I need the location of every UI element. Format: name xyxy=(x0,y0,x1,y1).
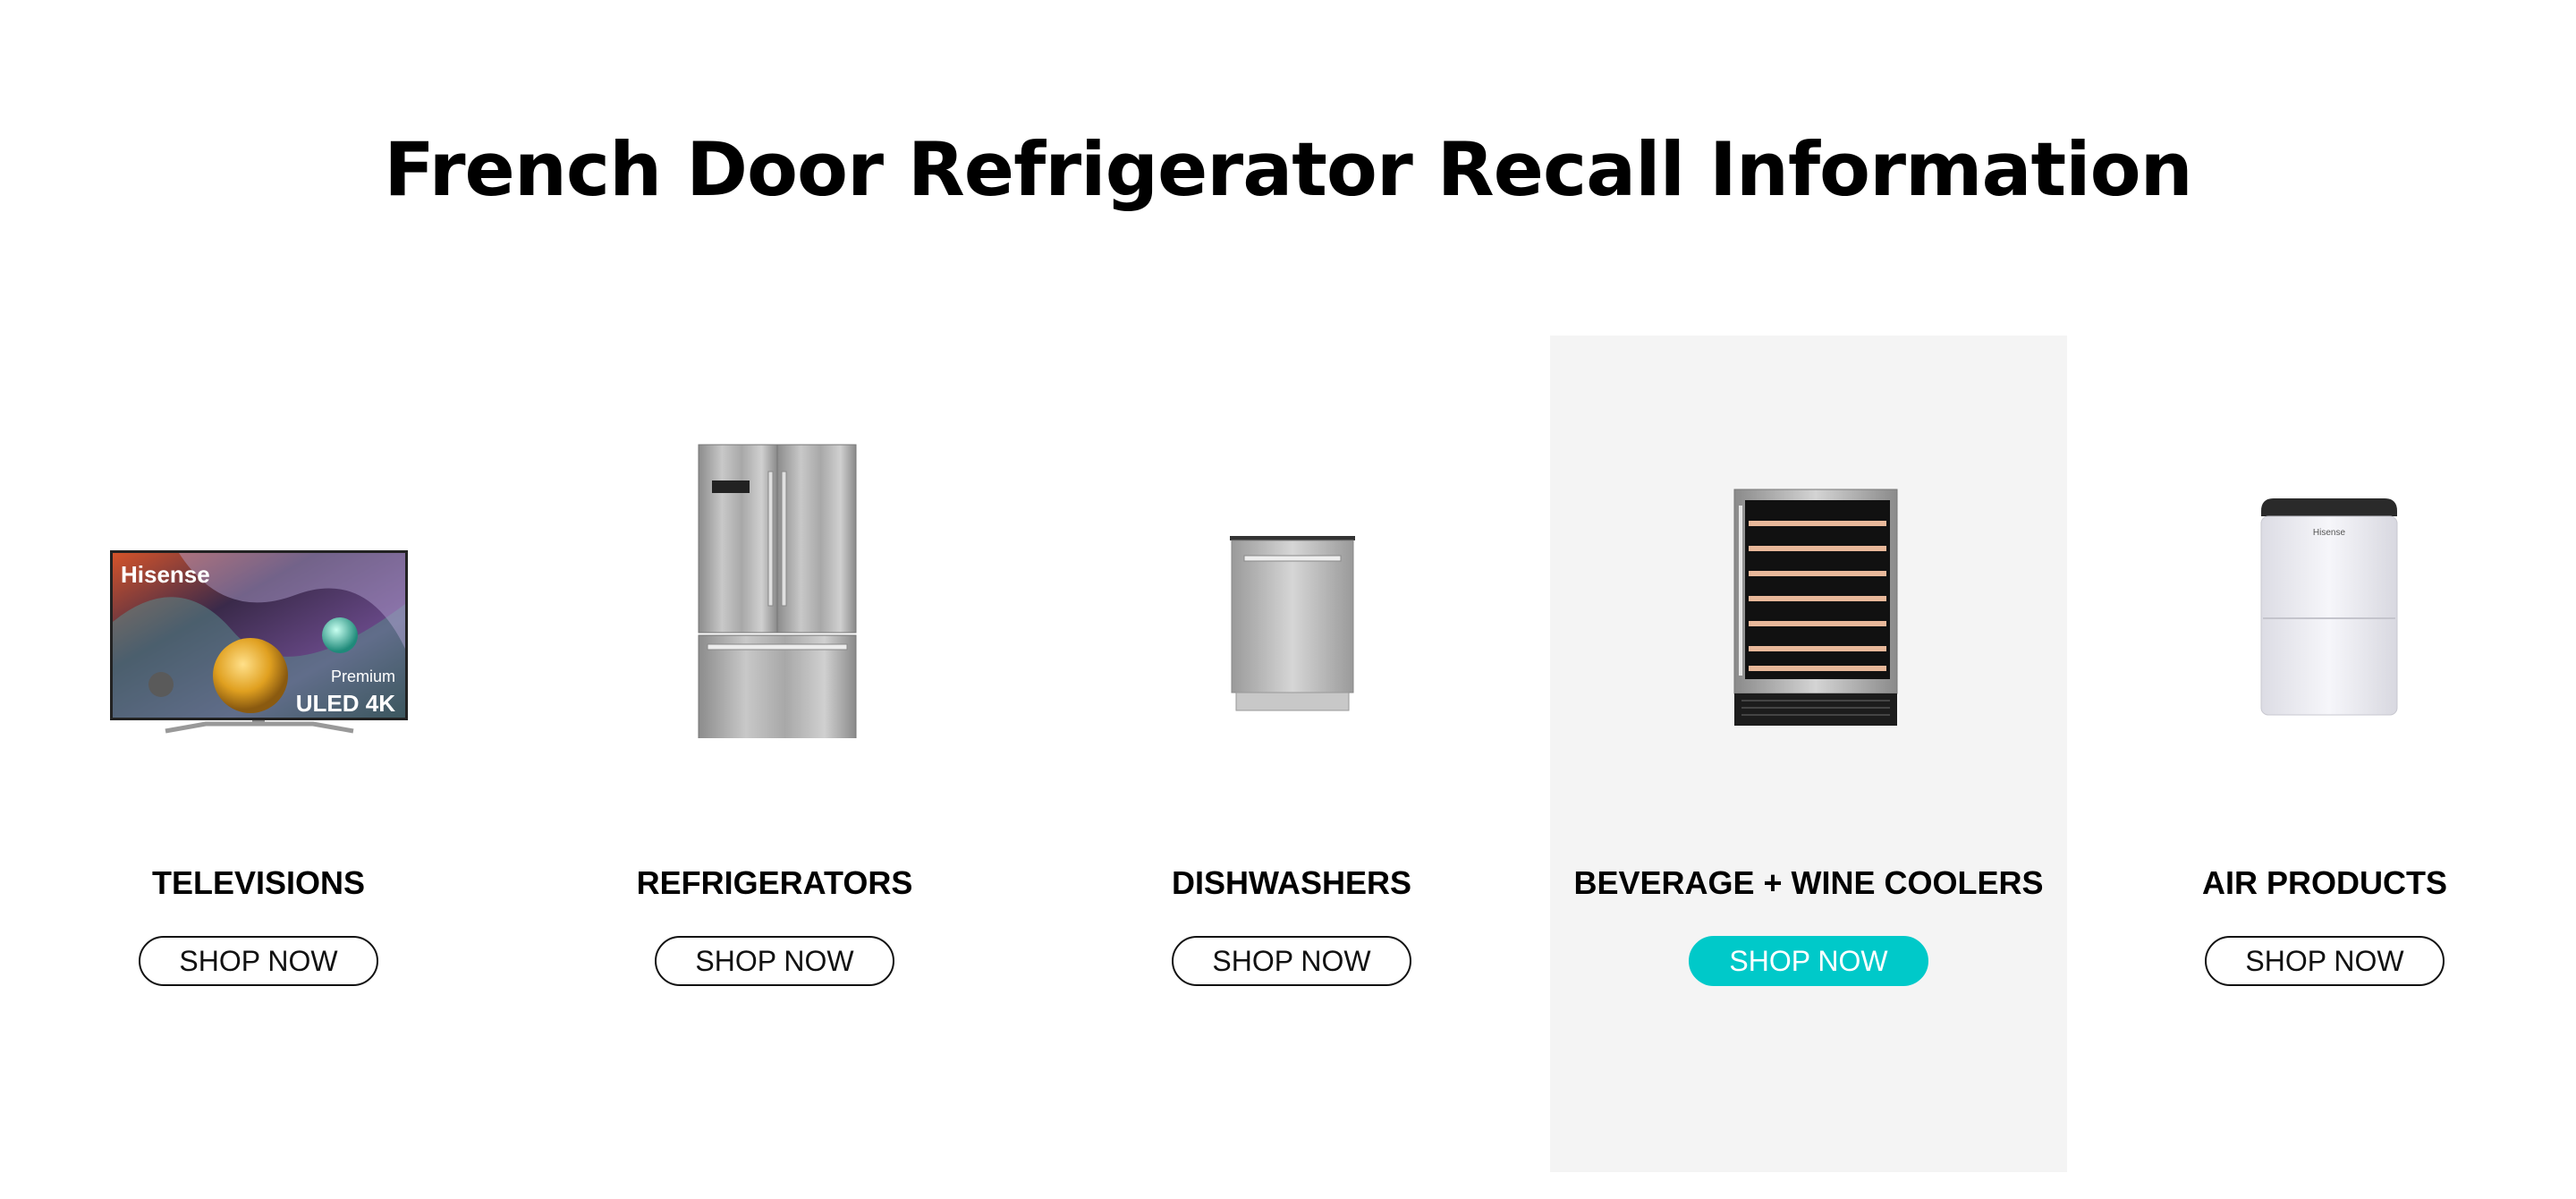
shop-now-button[interactable]: SHOP NOW xyxy=(2205,936,2445,986)
shop-now-button[interactable]: SHOP NOW xyxy=(655,936,894,986)
tv-premium-text: Premium xyxy=(331,668,395,685)
tv-brand-text: Hisense xyxy=(121,561,210,588)
product-image-dishwashers xyxy=(1033,416,1550,738)
shop-now-button[interactable]: SHOP NOW xyxy=(139,936,378,986)
tv-uled-text: ULED 4K xyxy=(296,690,395,717)
category-card-refrigerators[interactable]: REFRIGERATORS SHOP NOW xyxy=(516,336,1033,1172)
category-card-televisions[interactable]: Hisense Premium ULED 4K TELEVISIONS SHOP… xyxy=(0,336,517,1172)
product-image-refrigerators xyxy=(516,416,1033,738)
category-grid: Hisense Premium ULED 4K TELEVISIONS SHOP… xyxy=(0,336,2576,1172)
category-title: TELEVISIONS xyxy=(151,864,366,901)
tv-icon: Hisense Premium ULED 4K xyxy=(110,550,408,734)
shop-now-button[interactable]: SHOP NOW xyxy=(1172,936,1411,986)
shop-now-button[interactable]: SHOP NOW xyxy=(1689,936,1928,986)
refrigerator-icon xyxy=(698,444,857,738)
category-title: REFRIGERATORS xyxy=(636,864,913,901)
category-card-wine-coolers[interactable]: BEVERAGE + WINE COOLERS SHOP NOW xyxy=(1550,336,2067,1172)
product-image-air-products: Hisense xyxy=(2066,416,2576,738)
dishwasher-icon xyxy=(1230,536,1355,711)
recall-page: French Door Refrigerator Recall Informat… xyxy=(0,0,2576,1199)
dehumidifier-icon: Hisense xyxy=(2260,498,2398,716)
category-title: AIR PRODUCTS xyxy=(2201,864,2447,901)
category-card-air-products[interactable]: Hisense AIR PRODUCTS SHOP NOW xyxy=(2066,336,2576,1172)
category-card-dishwashers[interactable]: DISHWASHERS SHOP NOW xyxy=(1033,336,1550,1172)
category-title: BEVERAGE + WINE COOLERS xyxy=(1573,864,2044,901)
wine-cooler-icon xyxy=(1733,489,1898,726)
page-title: French Door Refrigerator Recall Informat… xyxy=(384,126,2193,213)
category-title: DISHWASHERS xyxy=(1171,864,1412,901)
product-image-wine-coolers xyxy=(1550,416,2067,738)
product-image-televisions: Hisense Premium ULED 4K xyxy=(0,416,517,738)
dehumidifier-brand-text: Hisense xyxy=(2313,528,2346,538)
